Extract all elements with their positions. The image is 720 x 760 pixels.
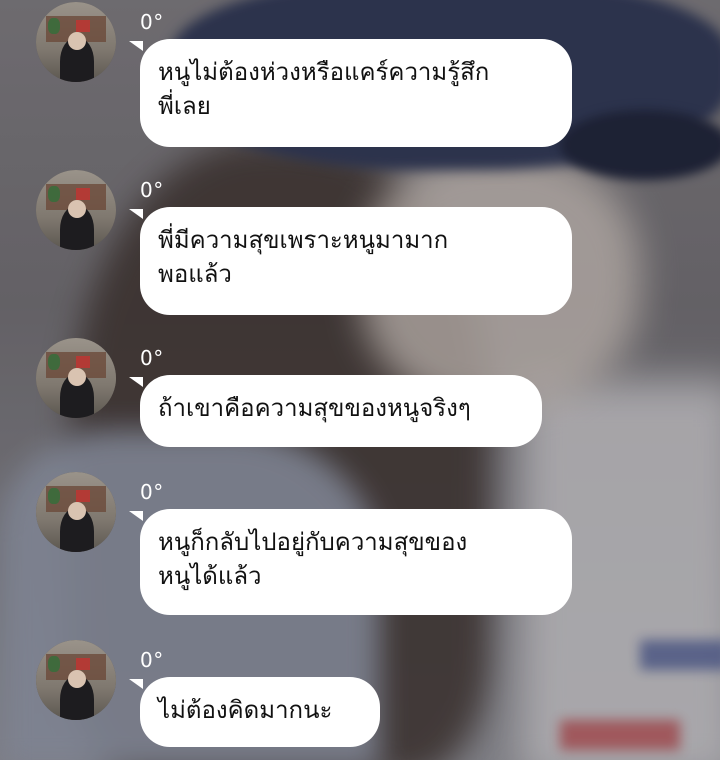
avatar[interactable] bbox=[36, 338, 116, 418]
bubble-tail bbox=[129, 209, 143, 219]
avatar[interactable] bbox=[36, 472, 116, 552]
avatar[interactable] bbox=[36, 640, 116, 720]
message-bubble[interactable]: พี่มีความสุขเพราะหนูมามาก พอแล้ว bbox=[129, 207, 572, 315]
message-line: ถ้าเขาคือความสุขของหนูจริงๆ bbox=[158, 394, 471, 422]
message-line: หนูก็กลับไปอยู่กับความสุขของ bbox=[158, 528, 468, 556]
message-bubble[interactable]: ถ้าเขาคือความสุขของหนูจริงๆ bbox=[129, 375, 542, 447]
sender-name: 0° bbox=[140, 178, 164, 202]
sender-name: 0° bbox=[140, 10, 164, 34]
sender-name: 0° bbox=[140, 346, 164, 370]
bubble-tail bbox=[129, 679, 143, 689]
bubble-tail bbox=[129, 41, 143, 51]
message-line: ไม่ต้องคิดมากนะ bbox=[158, 696, 333, 724]
bubble-tail bbox=[129, 511, 143, 521]
message-bubble[interactable]: หนูไม่ต้องห่วงหรือแคร์ความรู้สึก พี่เลย bbox=[129, 39, 572, 147]
message-line: พี่เลย bbox=[158, 92, 211, 120]
avatar[interactable] bbox=[36, 170, 116, 250]
message-line: พี่มีความสุขเพราะหนูมามาก bbox=[158, 226, 449, 254]
avatar[interactable] bbox=[36, 2, 116, 82]
message-bubble[interactable]: ไม่ต้องคิดมากนะ bbox=[129, 677, 380, 747]
sender-name: 0° bbox=[140, 480, 164, 504]
message-line: พอแล้ว bbox=[158, 260, 232, 288]
bubble-tail bbox=[129, 377, 143, 387]
message-line: หนูได้แล้ว bbox=[158, 562, 262, 590]
message-bubble[interactable]: หนูก็กลับไปอยู่กับความสุขของ หนูได้แล้ว bbox=[129, 509, 572, 615]
sender-name: 0° bbox=[140, 648, 164, 672]
message-line: หนูไม่ต้องห่วงหรือแคร์ความรู้สึก bbox=[158, 58, 490, 86]
